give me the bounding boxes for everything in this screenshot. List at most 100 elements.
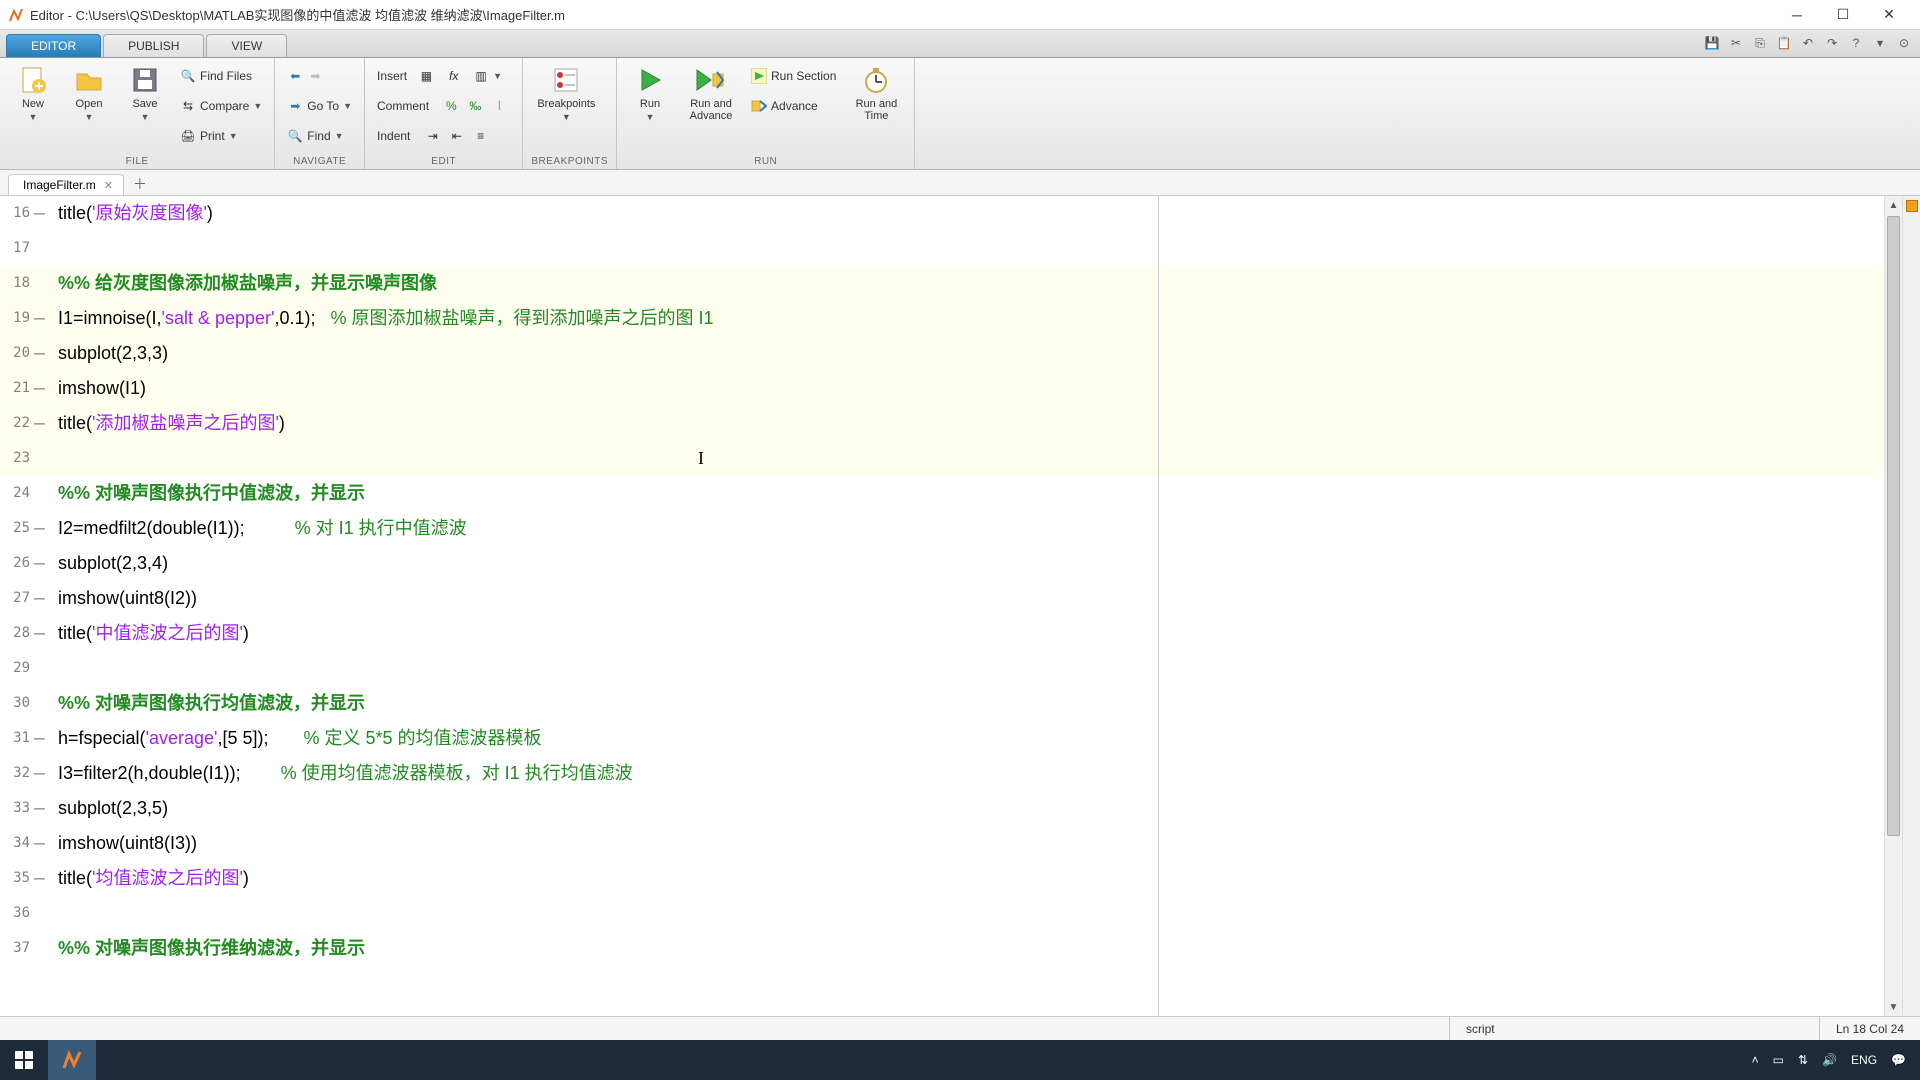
editor-area[interactable]: 16—title('原始灰度图像')1718%% 给灰度图像添加椒盐噪声，并显示… [0, 196, 1920, 1016]
close-window-button[interactable]: ✕ [1866, 0, 1912, 30]
insert-button[interactable]: Insert ▦ fx ▥▼ [373, 62, 514, 90]
redo-qat-icon[interactable]: ↷ [1822, 33, 1842, 53]
vertical-scrollbar[interactable]: ▲ ▼ [1884, 196, 1902, 1016]
code-line[interactable]: 32—I3=filter2(h,double(I1)); % 使用均值滤波器模板… [0, 756, 1920, 791]
code-line[interactable]: 23I [0, 441, 1920, 476]
find-files-button[interactable]: 🔍Find Files [176, 62, 266, 90]
start-button[interactable] [0, 1040, 48, 1080]
code-text[interactable]: h=fspecial('average',[5 5]); % 定义 5*5 的均… [54, 721, 1920, 756]
run-time-button[interactable]: Run and Time [846, 62, 906, 122]
code-text[interactable]: subplot(2,3,4) [54, 546, 1920, 581]
save-button[interactable]: Save▼ [120, 62, 170, 122]
code-line[interactable]: 30%% 对噪声图像执行均值滤波，并显示 [0, 686, 1920, 721]
code-text[interactable]: title('中值滤波之后的图') [54, 616, 1920, 651]
code-text[interactable]: I1=imnoise(I,'salt & pepper',0.1); % 原图添… [54, 301, 1920, 336]
minimize-button[interactable]: ─ [1774, 0, 1820, 30]
code-line[interactable]: 33—subplot(2,3,5) [0, 791, 1920, 826]
code-line[interactable]: 36 [0, 896, 1920, 931]
line-dash: — [34, 861, 54, 896]
code-line[interactable]: 20—subplot(2,3,3) [0, 336, 1920, 371]
dock-qat-icon[interactable]: ▾ [1870, 33, 1890, 53]
code-text[interactable]: title('添加椒盐噪声之后的图') [54, 406, 1920, 441]
code-text[interactable]: title('均值滤波之后的图') [54, 861, 1920, 896]
add-tab-button[interactable]: ＋ [128, 173, 152, 195]
tray-chevron-icon[interactable]: ˄ [1752, 1053, 1759, 1067]
code-line[interactable]: 18%% 给灰度图像添加椒盐噪声，并显示噪声图像 [0, 266, 1920, 301]
taskbar-matlab-button[interactable] [48, 1040, 96, 1080]
warning-indicator-icon[interactable] [1906, 200, 1918, 212]
nav-back-forward[interactable]: ⬅➡ [283, 62, 356, 90]
status-file-type: script [1449, 1017, 1819, 1040]
tray-battery-icon[interactable]: ▭ [1773, 1053, 1784, 1067]
run-button[interactable]: Run▼ [625, 62, 675, 122]
tray-volume-icon[interactable]: 🔊 [1822, 1053, 1837, 1067]
file-tab-imagefilter[interactable]: ImageFilter.m ✕ [8, 174, 124, 195]
find-button[interactable]: 🔍Find ▼ [283, 122, 356, 150]
new-button[interactable]: New▼ [8, 62, 58, 122]
code-text[interactable]: I3=filter2(h,double(I1)); % 使用均值滤波器模板，对 … [54, 756, 1920, 791]
maximize-button[interactable]: ☐ [1820, 0, 1866, 30]
save-qat-icon[interactable]: 💾 [1702, 33, 1722, 53]
run-section-button[interactable]: Run Section [747, 62, 840, 90]
code-line[interactable]: 37%% 对噪声图像执行维纳滤波，并显示 [0, 931, 1920, 966]
paste-qat-icon[interactable]: 📋 [1774, 33, 1794, 53]
open-button[interactable]: Open▼ [64, 62, 114, 122]
code-text[interactable] [54, 231, 1920, 266]
goto-button[interactable]: ➡Go To ▼ [283, 92, 356, 120]
code-line[interactable]: 31—h=fspecial('average',[5 5]); % 定义 5*5… [0, 721, 1920, 756]
tab-view[interactable]: VIEW [206, 34, 287, 57]
indent-button[interactable]: Indent ⇥⇤≡ [373, 122, 514, 150]
copy-qat-icon[interactable]: ⎘ [1750, 33, 1770, 53]
minimize-ribbon-icon[interactable]: ⊙ [1894, 33, 1914, 53]
code-text[interactable]: %% 对噪声图像执行中值滤波，并显示 [54, 476, 1920, 511]
compare-button[interactable]: ⇆Compare ▼ [176, 92, 266, 120]
code-line[interactable]: 24%% 对噪声图像执行中值滤波，并显示 [0, 476, 1920, 511]
code-line[interactable]: 25—I2=medfilt2(double(I1)); % 对 I1 执行中值滤… [0, 511, 1920, 546]
code-text[interactable]: imshow(I1) [54, 371, 1920, 406]
code-text[interactable]: I [54, 441, 1920, 476]
help-qat-icon[interactable]: ? [1846, 33, 1866, 53]
group-breakpoints: Breakpoints▼ BREAKPOINTS [523, 58, 617, 169]
code-text[interactable]: %% 对噪声图像执行维纳滤波，并显示 [54, 931, 1920, 966]
code-text[interactable]: imshow(uint8(I2)) [54, 581, 1920, 616]
run-advance-button[interactable]: Run and Advance [681, 62, 741, 122]
comment-icon: % [440, 95, 462, 117]
code-text[interactable]: subplot(2,3,5) [54, 791, 1920, 826]
code-line[interactable]: 35—title('均值滤波之后的图') [0, 861, 1920, 896]
tab-publish[interactable]: PUBLISH [103, 34, 204, 57]
code-line[interactable]: 16—title('原始灰度图像') [0, 196, 1920, 231]
scroll-down-icon[interactable]: ▼ [1885, 998, 1902, 1016]
code-line[interactable]: 22—title('添加椒盐噪声之后的图') [0, 406, 1920, 441]
code-text[interactable]: %% 对噪声图像执行均值滤波，并显示 [54, 686, 1920, 721]
advance-button[interactable]: Advance [747, 92, 840, 120]
code-line[interactable]: 27—imshow(uint8(I2)) [0, 581, 1920, 616]
tray-network-icon[interactable]: ⇅ [1798, 1053, 1808, 1067]
code-text[interactable]: subplot(2,3,3) [54, 336, 1920, 371]
tray-notifications-icon[interactable]: 💬 [1891, 1053, 1906, 1067]
scroll-up-icon[interactable]: ▲ [1885, 196, 1902, 214]
print-button[interactable]: 🖨Print ▼ [176, 122, 266, 150]
code-line[interactable]: 21—imshow(I1) [0, 371, 1920, 406]
code-line[interactable]: 28—title('中值滤波之后的图') [0, 616, 1920, 651]
tray-language[interactable]: ENG [1851, 1053, 1877, 1067]
code-text[interactable]: imshow(uint8(I3)) [54, 826, 1920, 861]
code-text[interactable]: title('原始灰度图像') [54, 196, 1920, 231]
code-text[interactable] [54, 651, 1920, 686]
undo-qat-icon[interactable]: ↶ [1798, 33, 1818, 53]
code-line[interactable]: 34—imshow(uint8(I3)) [0, 826, 1920, 861]
code-line[interactable]: 26—subplot(2,3,4) [0, 546, 1920, 581]
code-line[interactable]: 29 [0, 651, 1920, 686]
message-bar[interactable] [1902, 196, 1920, 1016]
code-text[interactable] [54, 896, 1920, 931]
cut-qat-icon[interactable]: ✂ [1726, 33, 1746, 53]
breakpoints-button[interactable]: Breakpoints▼ [531, 62, 601, 122]
close-tab-icon[interactable]: ✕ [104, 179, 113, 192]
tab-editor[interactable]: EDITOR [6, 34, 101, 57]
code-text[interactable]: I2=medfilt2(double(I1)); % 对 I1 执行中值滤波 [54, 511, 1920, 546]
code-text[interactable]: %% 给灰度图像添加椒盐噪声，并显示噪声图像 [54, 266, 1920, 301]
code-line[interactable]: 19—I1=imnoise(I,'salt & pepper',0.1); % … [0, 301, 1920, 336]
code-editor[interactable]: 16—title('原始灰度图像')1718%% 给灰度图像添加椒盐噪声，并显示… [0, 196, 1920, 966]
comment-button[interactable]: Comment %‰⦚ [373, 92, 514, 120]
scroll-thumb[interactable] [1887, 216, 1900, 836]
code-line[interactable]: 17 [0, 231, 1920, 266]
